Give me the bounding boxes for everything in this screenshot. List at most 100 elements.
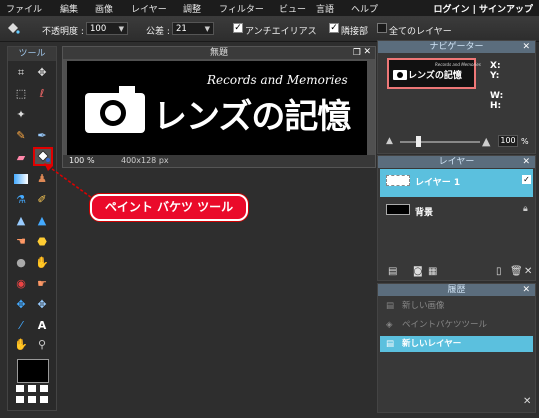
foreground-color-swatch[interactable]	[17, 359, 49, 383]
paint-bucket-icon: ◈	[386, 320, 393, 330]
y-label: Y:	[490, 71, 500, 81]
layer-menu-icon[interactable]: ▦	[428, 266, 437, 277]
magic-wand-icon[interactable]: ✦	[14, 108, 28, 122]
antialias-checkbox[interactable]: ✓	[233, 23, 243, 33]
layers-header: レイヤー ✕	[378, 156, 535, 168]
thumbnail-script-text: Records and Memories	[435, 62, 481, 67]
paint-bucket-icon	[6, 21, 20, 35]
all-layers-checkbox[interactable]	[377, 23, 387, 33]
layer-visibility-checkbox[interactable]: ✓	[522, 175, 531, 184]
burn-tool-icon[interactable]: ✋	[35, 256, 49, 270]
layer-thumbnail	[386, 204, 410, 215]
close-icon[interactable]: ✕	[523, 396, 531, 407]
camera-icon	[85, 86, 145, 133]
palette-grid-icon[interactable]	[16, 396, 24, 403]
zoom-tool-icon[interactable]: ⚲	[35, 338, 49, 352]
menu-language[interactable]: 言語	[316, 2, 334, 15]
brush-tool-icon[interactable]: ✒	[35, 129, 49, 143]
crop-tool-icon[interactable]: ⌗	[14, 66, 28, 80]
eraser-tool-icon[interactable]: ▰	[14, 151, 28, 165]
x-label: X:	[490, 61, 501, 71]
red-eye-tool-icon[interactable]: ◉	[14, 277, 28, 291]
history-item-label: ペイントバケツツール	[402, 320, 488, 330]
text-tool-icon[interactable]: A	[35, 319, 49, 333]
layer-styles-icon[interactable]: ▤	[388, 266, 397, 277]
menu-edit[interactable]: 編集	[60, 2, 78, 15]
zoom-slider-track[interactable]	[400, 141, 480, 143]
image-canvas[interactable]: Records and Memories レンズの記憶	[67, 61, 367, 155]
chevron-down-icon: ▼	[118, 25, 124, 33]
opacity-select[interactable]: 100 ▼	[86, 22, 128, 35]
close-icon[interactable]: ✕	[522, 41, 530, 53]
layer-thumbnail	[386, 175, 410, 186]
color-picker-icon[interactable]: ⁄	[14, 319, 28, 333]
color-replace-icon[interactable]: ⚗	[14, 193, 28, 207]
tolerance-select[interactable]: 21 ▼	[172, 22, 214, 35]
login-signup-link[interactable]: ログイン | サインアップ	[433, 2, 533, 15]
pinch-tool-icon[interactable]: ✥	[35, 298, 49, 312]
history-item-active[interactable]: ▤ 新しいレイヤー	[380, 336, 533, 352]
h-label: H:	[490, 101, 502, 111]
zoom-unit: %	[87, 156, 95, 165]
navigator-panel: ナビゲーター ✕ Records and Memories レンズの記憶 X: …	[377, 40, 536, 154]
close-icon[interactable]: ✕	[363, 47, 371, 57]
close-icon[interactable]: ✕	[522, 284, 530, 296]
paint-bucket-callout: ペイント バケツ ツール	[90, 194, 248, 221]
restore-window-icon[interactable]: ❐	[353, 48, 361, 58]
menu-layer[interactable]: レイヤー	[131, 2, 167, 15]
collapse-icon[interactable]: ✕	[524, 266, 532, 277]
layer-row[interactable]: 背景 🔒︎	[380, 200, 533, 228]
hand-tool-icon[interactable]: ✋	[14, 338, 28, 352]
layer-icon: ▤	[386, 339, 395, 349]
menu-file[interactable]: ファイル	[6, 2, 42, 15]
zoom-slider-handle[interactable]	[416, 136, 421, 147]
menu-help[interactable]: ヘルプ	[351, 2, 378, 15]
history-item[interactable]: ◈ ペイントバケツツール	[380, 317, 533, 333]
navigator-title: ナビゲーター	[429, 42, 484, 52]
move-tool-icon[interactable]: ✥	[35, 66, 49, 80]
tolerance-label: 公差 :	[146, 27, 170, 37]
marquee-tool-icon[interactable]: ⬚	[14, 87, 28, 101]
history-item-label: 新しいレイヤー	[402, 339, 462, 349]
sharpen-tool-icon[interactable]: ▲	[35, 214, 49, 228]
smudge-tool-icon[interactable]: ☚	[14, 235, 28, 249]
canvas-script-text: Records and Memories	[207, 73, 348, 87]
pencil-tool-icon[interactable]: ✎	[14, 129, 28, 143]
palette-grid-icon[interactable]	[40, 396, 48, 403]
menu-image[interactable]: 画像	[95, 2, 113, 15]
spot-heal-tool-icon[interactable]: ☛	[35, 277, 49, 291]
close-icon[interactable]: ✕	[522, 156, 530, 168]
navigator-zoom-input[interactable]: 100	[498, 135, 518, 147]
opacity-value: 100	[90, 24, 107, 34]
new-layer-icon[interactable]: ▯	[496, 266, 502, 277]
navigator-thumbnail[interactable]: Records and Memories レンズの記憶	[387, 58, 481, 89]
palette-grid-icon[interactable]	[40, 385, 48, 392]
trash-icon[interactable]: 🗑︎	[510, 266, 523, 277]
menu-view[interactable]: ビュー	[279, 2, 306, 15]
layer-mask-icon[interactable]: ◙	[413, 266, 423, 277]
navigator-header: ナビゲーター ✕	[378, 41, 535, 53]
history-item-label: 新しい画像	[402, 301, 445, 311]
zoom-in-mountain-icon[interactable]: ▲	[482, 135, 490, 148]
layers-title: レイヤー	[438, 157, 475, 167]
toolbox-title: ツール	[8, 47, 56, 61]
contiguous-checkbox[interactable]: ✓	[329, 23, 339, 33]
antialias-label: アンチエイリアス	[245, 27, 317, 37]
document-title: 無題	[63, 47, 375, 59]
history-title: 履歴	[447, 285, 466, 295]
palette-grid-icon[interactable]	[28, 385, 36, 392]
bloat-tool-icon[interactable]: ✥	[14, 298, 28, 312]
gradient-tool-icon[interactable]	[14, 174, 28, 184]
dodge-tool-icon[interactable]: ●	[14, 256, 28, 270]
history-item[interactable]: ▤ 新しい画像	[380, 298, 533, 314]
menu-adjust[interactable]: 調整	[183, 2, 201, 15]
palette-grid-icon[interactable]	[16, 385, 24, 392]
layer-row-selected[interactable]: レイヤー 1 ✓	[380, 169, 533, 197]
sponge-tool-icon[interactable]: ⬣	[35, 235, 49, 249]
palette-grid-icon[interactable]	[28, 396, 36, 403]
zoom-out-mountain-icon[interactable]: ▲	[386, 136, 393, 146]
lasso-tool-icon[interactable]: ℓ	[35, 87, 49, 101]
zoom-value[interactable]: 100	[69, 155, 84, 167]
menu-filter[interactable]: フィルター	[219, 2, 264, 15]
blur-tool-icon[interactable]: ▲	[14, 214, 28, 228]
